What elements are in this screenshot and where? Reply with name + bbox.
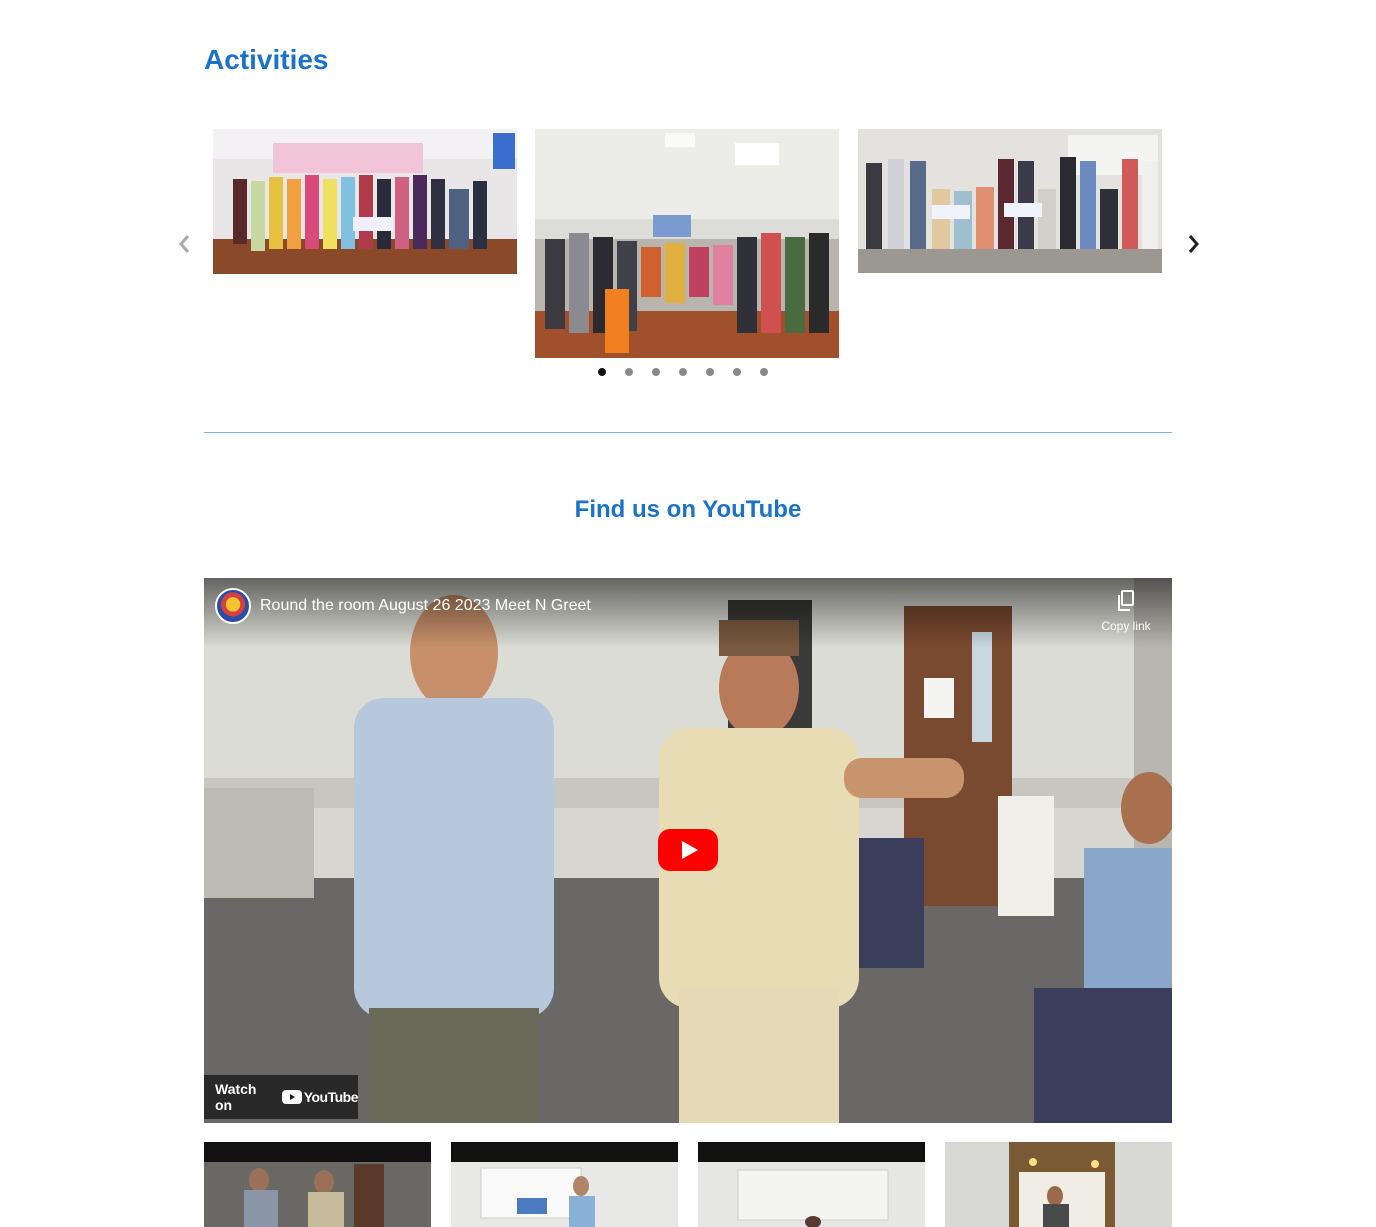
youtube-logo-text: YouTube — [303, 1089, 359, 1105]
video-thumbnail[interactable] — [204, 1142, 431, 1227]
carousel-dot[interactable] — [625, 368, 633, 376]
copy-link-label: Copy link — [1101, 619, 1151, 633]
watch-on-youtube-button[interactable]: Watch on YouTube — [204, 1075, 359, 1119]
video-thumbnail-image — [698, 1142, 925, 1227]
copy-icon — [1118, 590, 1134, 611]
youtube-logo: YouTube — [281, 1089, 359, 1105]
video-thumbnail-image — [945, 1142, 1172, 1227]
video-thumbnail-image — [204, 1142, 431, 1227]
youtube-logo-icon — [281, 1090, 302, 1104]
play-button[interactable] — [658, 829, 718, 871]
video-thumbnail-image — [451, 1142, 678, 1227]
carousel-dot[interactable] — [760, 368, 768, 376]
youtube-play-icon — [658, 829, 718, 871]
video-thumbnail[interactable] — [945, 1142, 1172, 1227]
video-title[interactable]: Round the room August 26 2023 Meet N Gre… — [260, 597, 591, 615]
carousel-slide-photo[interactable] — [535, 129, 839, 358]
video-thumbnail[interactable] — [698, 1142, 925, 1227]
carousel-slide-photo[interactable] — [213, 129, 517, 274]
activities-heading: Activities — [204, 44, 329, 75]
youtube-heading: Find us on YouTube — [574, 496, 802, 523]
group-photo-image — [858, 129, 1162, 273]
video-thumbnail[interactable] — [451, 1142, 678, 1227]
carousel-dot[interactable] — [679, 368, 687, 376]
carousel-dot[interactable] — [733, 368, 741, 376]
section-divider — [204, 432, 1172, 433]
carousel-dot[interactable] — [652, 368, 660, 376]
copy-link-button[interactable]: Copy link — [1098, 590, 1154, 633]
carousel-dot[interactable] — [598, 368, 606, 376]
youtube-video-embed[interactable]: Round the room August 26 2023 Meet N Gre… — [204, 578, 1172, 1123]
group-photo-image — [213, 129, 517, 274]
carousel-next-button[interactable] — [1182, 232, 1206, 256]
carousel-slide-photo[interactable] — [858, 129, 1162, 273]
carousel-pagination — [598, 368, 768, 376]
channel-avatar[interactable] — [215, 588, 251, 624]
carousel-dot[interactable] — [706, 368, 714, 376]
watch-on-label: Watch on — [215, 1081, 257, 1113]
group-photo-image — [535, 129, 839, 358]
chevron-left-icon — [179, 235, 190, 253]
chevron-right-icon — [1188, 235, 1199, 253]
carousel-prev-button[interactable] — [172, 232, 196, 256]
